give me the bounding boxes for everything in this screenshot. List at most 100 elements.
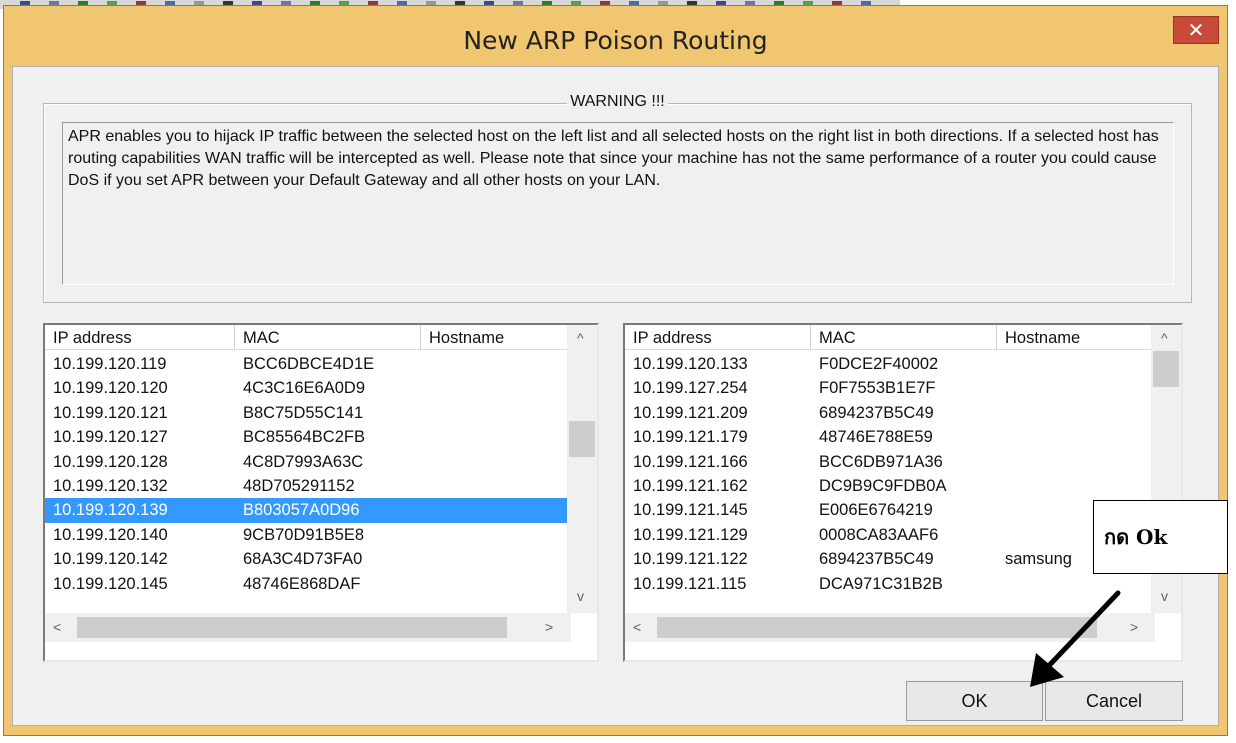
mac-cell: 9CB70D91B5E8 — [243, 525, 365, 544]
ip-address-cell: 10.199.121.115 — [633, 574, 747, 593]
list-item[interactable]: 10.199.121.129 0008CA83AAF6 — [625, 523, 1155, 547]
annotation-callout: กด Ok — [1093, 500, 1228, 574]
hostname-cell — [997, 425, 1155, 449]
mac-cell: BC85564BC2FB — [243, 428, 365, 447]
hostname-cell — [997, 352, 1155, 376]
list-item[interactable]: 10.199.120.139 B803057A0D96 — [45, 498, 571, 523]
ip-address-cell: 10.199.121.166 — [633, 452, 748, 471]
hostname-cell — [421, 498, 571, 523]
mac-cell: BCC6DBCE4D1E — [243, 355, 375, 373]
mac-cell: E006E6764219 — [819, 501, 933, 520]
mac-cell: 48746E868DAF — [243, 574, 361, 593]
column-header-mac[interactable]: MAC — [811, 325, 997, 350]
hostname-cell — [421, 547, 571, 571]
column-header-ip[interactable]: IP address — [625, 325, 811, 350]
list-item[interactable]: 10.199.127.254 F0F7553B1E7F — [625, 376, 1155, 400]
list-item[interactable]: 10.199.121.179 48746E788E59 — [625, 425, 1155, 449]
column-header-hostname[interactable]: Hostname — [997, 325, 1155, 350]
list-item[interactable]: 10.199.121.122 6894237B5C49 samsung — [625, 547, 1155, 571]
ip-address-cell: 10.199.120.128 — [53, 452, 168, 471]
mac-cell: 6894237B5C49 — [819, 550, 934, 569]
right-vertical-scroll-thumb[interactable] — [1153, 351, 1179, 387]
scroll-left-icon[interactable]: < — [633, 620, 641, 634]
mac-cell: DCA971C31B2B — [819, 574, 943, 593]
left-list-rows: 10.199.120.119 BCC6DBCE4D1E 10.199.120.120… — [45, 352, 571, 596]
mac-cell: 6894237B5C49 — [819, 403, 934, 422]
ip-address-cell: 10.199.121.209 — [633, 403, 748, 422]
mac-cell: 48D705291152 — [243, 476, 355, 495]
ip-address-cell: 10.199.120.142 — [53, 550, 168, 569]
hostname-cell — [421, 523, 571, 547]
mac-cell: B803057A0D96 — [235, 498, 421, 523]
list-item[interactable]: 10.199.121.166 BCC6DB971A36 — [625, 450, 1155, 474]
column-header-mac[interactable]: MAC — [235, 325, 421, 350]
list-item[interactable]: 10.199.120.145 48746E868DAF — [45, 572, 571, 596]
hostname-cell — [421, 572, 571, 596]
scroll-down-icon[interactable]: v — [577, 589, 584, 603]
hostname-cell — [997, 376, 1155, 400]
scroll-up-icon[interactable]: ^ — [1161, 331, 1168, 345]
scroll-down-icon[interactable]: v — [1161, 589, 1168, 603]
scroll-up-icon[interactable]: ^ — [577, 331, 584, 345]
ip-address-cell: 10.199.120.132 — [53, 476, 168, 495]
hostname-cell — [421, 425, 571, 449]
hostname-cell — [997, 450, 1155, 474]
left-vertical-scroll-thumb[interactable] — [569, 421, 595, 457]
mac-cell: 48746E788E59 — [819, 428, 933, 447]
mac-cell: 68A3C4D73FA0 — [243, 550, 363, 569]
ip-address-cell: 10.199.121.122 — [633, 550, 748, 569]
ip-address-cell: 10.199.121.179 — [633, 428, 748, 447]
list-item[interactable]: 10.199.121.162 DC9B9C9FDB0A — [625, 474, 1155, 498]
mac-cell: 0008CA83AAF6 — [819, 525, 939, 544]
ip-address-cell: 10.199.121.145 — [633, 501, 748, 520]
ip-address-cell: 10.199.120.127 — [53, 428, 168, 447]
list-item[interactable]: 10.199.120.121 B8C75D55C141 — [45, 401, 571, 425]
ip-address-cell: 10.199.120.119 — [53, 355, 167, 373]
list-item[interactable]: 10.199.120.140 9CB70D91B5E8 — [45, 523, 571, 547]
mac-cell: BCC6DB971A36 — [819, 452, 943, 471]
hostname-cell — [421, 352, 571, 376]
column-header-hostname[interactable]: Hostname — [421, 325, 571, 350]
warning-group: WARNING !!! APR enables you to hijack IP… — [43, 93, 1192, 303]
right-list-rows: 10.199.120.133 F0DCE2F40002 10.199.127.254… — [625, 352, 1155, 596]
ip-address-cell: 10.199.120.120 — [53, 379, 168, 398]
list-item[interactable]: 10.199.120.132 48D705291152 — [45, 474, 571, 498]
mac-cell: F0DCE2F40002 — [819, 355, 939, 373]
list-item[interactable]: 10.199.120.133 F0DCE2F40002 — [625, 352, 1155, 376]
left-vertical-scrollbar[interactable]: ^ v — [567, 325, 597, 613]
list-item[interactable]: 10.199.120.127 BC85564BC2FB — [45, 425, 571, 449]
ip-address-cell: 10.199.121.162 — [633, 476, 748, 495]
ip-address-cell: 10.199.120.145 — [53, 574, 168, 593]
hostname-cell — [421, 376, 571, 400]
mac-cell: B8C75D55C141 — [243, 403, 364, 422]
right-list-header: IP address MAC Hostname — [625, 325, 1155, 351]
ip-address-cell: 10.199.120.139 — [45, 498, 235, 523]
left-host-list[interactable]: IP address MAC Hostname 10.199.120.119 BC… — [43, 323, 599, 662]
left-list-header: IP address MAC Hostname — [45, 325, 571, 351]
ip-address-cell: 10.199.121.129 — [633, 525, 748, 544]
warning-text: APR enables you to hijack IP traffic bet… — [62, 122, 1174, 285]
hostname-cell — [421, 474, 571, 498]
close-button[interactable]: ✕ — [1173, 16, 1219, 44]
list-item[interactable]: 10.199.120.119 BCC6DBCE4D1E — [45, 352, 571, 376]
mac-cell: 4C8D7993A63C — [243, 452, 364, 471]
list-item[interactable]: 10.199.121.209 6894237B5C49 — [625, 401, 1155, 425]
mac-cell: F0F7553B1E7F — [819, 379, 936, 398]
mac-cell: 4C3C16E6A0D9 — [243, 379, 365, 398]
ip-address-cell: 10.199.120.121 — [53, 403, 168, 422]
list-item[interactable]: 10.199.120.120 4C3C16E6A0D9 — [45, 376, 571, 400]
mac-cell: DC9B9C9FDB0A — [819, 476, 947, 495]
list-item[interactable]: 10.199.120.142 68A3C4D73FA0 — [45, 547, 571, 571]
left-horizontal-scroll-thumb[interactable] — [77, 617, 507, 638]
list-item[interactable]: 10.199.121.145 E006E6764219 — [625, 498, 1155, 522]
ip-address-cell: 10.199.120.133 — [633, 355, 748, 373]
column-header-ip[interactable]: IP address — [45, 325, 235, 350]
warning-legend: WARNING !!! — [567, 93, 668, 110]
left-horizontal-scrollbar[interactable]: < > — [45, 613, 571, 642]
hostname-cell — [421, 401, 571, 425]
title-bar[interactable]: New ARP Poison Routing ✕ — [4, 6, 1227, 66]
scroll-left-icon[interactable]: < — [53, 620, 61, 634]
hostname-cell — [997, 474, 1155, 498]
scroll-right-icon[interactable]: > — [545, 620, 553, 634]
list-item[interactable]: 10.199.120.128 4C8D7993A63C — [45, 450, 571, 474]
